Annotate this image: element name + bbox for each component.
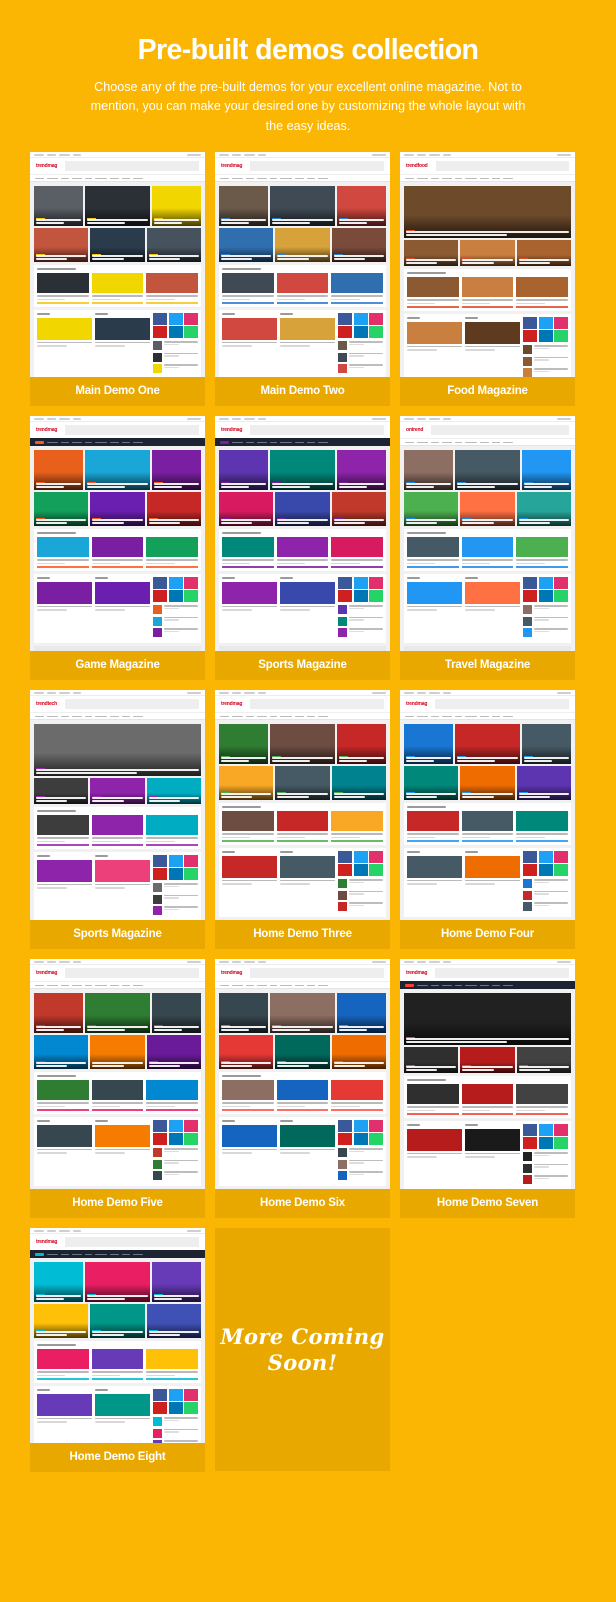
demo-preview-thumbnail[interactable]: trendmag xyxy=(400,959,575,1190)
demo-label: Main Demo Two xyxy=(215,377,390,407)
demo-card[interactable]: trendmag Home Demo Four xyxy=(400,690,575,950)
demo-card[interactable]: trendmag Home Demo Eight xyxy=(30,1228,205,1473)
demo-card[interactable]: trendmag Game Magazine xyxy=(30,416,205,681)
demo-preview-thumbnail[interactable]: trendmag xyxy=(30,1228,205,1444)
demo-label: Travel Magazine xyxy=(400,651,575,681)
coming-soon-line-2: Soon! xyxy=(267,1349,338,1375)
demo-preview-thumbnail[interactable]: trendmag xyxy=(215,690,390,921)
hero-section: Pre-built demos collection Choose any of… xyxy=(0,0,616,152)
demos-collection-page: Pre-built demos collection Choose any of… xyxy=(0,0,616,1602)
demo-preview-thumbnail[interactable]: trendmag xyxy=(400,690,575,921)
demo-label: Main Demo One xyxy=(30,377,205,407)
demo-preview-thumbnail[interactable]: ontrend xyxy=(400,416,575,652)
demo-label: Home Demo Three xyxy=(215,920,390,950)
demo-preview-thumbnail[interactable]: trendmag xyxy=(215,959,390,1190)
demo-card[interactable]: trendmag Home Demo Five xyxy=(30,959,205,1219)
demo-card[interactable]: trendmag Home Demo Six xyxy=(215,959,390,1219)
demo-card[interactable]: trendmag Main Demo Two xyxy=(215,152,390,407)
demo-card[interactable]: ontrend Travel Magazine xyxy=(400,416,575,681)
demo-card[interactable]: trendmag Sports Magazine xyxy=(215,416,390,681)
demo-card[interactable]: trendmag Home Demo Three xyxy=(215,690,390,950)
demo-label: Home Demo Four xyxy=(400,920,575,950)
coming-soon-text: More Coming Soon! xyxy=(220,1324,384,1377)
more-coming-soon-card: More Coming Soon! xyxy=(215,1228,390,1472)
demo-preview-thumbnail[interactable]: trendmag xyxy=(215,152,390,378)
page-subtitle: Choose any of the pre-built demos for yo… xyxy=(90,79,526,133)
demo-card[interactable]: trendfood Food Magazine xyxy=(400,152,575,407)
demo-label: Home Demo Eight xyxy=(30,1443,205,1473)
demo-preview-thumbnail[interactable]: trendfood xyxy=(400,152,575,378)
coming-soon-line-1: More Coming xyxy=(220,1323,385,1349)
demo-label: Home Demo Seven xyxy=(400,1189,575,1219)
demo-label: Home Demo Six xyxy=(215,1189,390,1219)
demo-grid: trendmag Main Demo One trendmag Main Demo T… xyxy=(0,152,616,1473)
demo-card[interactable]: trendmag Home Demo Seven xyxy=(400,959,575,1219)
demo-label: Sports Magazine xyxy=(215,651,390,681)
demo-preview-thumbnail[interactable]: trendmag xyxy=(30,959,205,1190)
demo-label: Home Demo Five xyxy=(30,1189,205,1219)
demo-preview-thumbnail[interactable]: trendmag xyxy=(30,416,205,652)
demo-preview-thumbnail[interactable]: trendmag xyxy=(215,416,390,652)
demo-label: Food Magazine xyxy=(400,377,575,407)
demo-card[interactable]: trendmag Main Demo One xyxy=(30,152,205,407)
demo-card[interactable]: trendtech Sports Magazine xyxy=(30,690,205,950)
demo-label: Sports Magazine xyxy=(30,920,205,950)
demo-label: Game Magazine xyxy=(30,651,205,681)
demo-preview-thumbnail[interactable]: trendtech xyxy=(30,690,205,921)
page-title: Pre-built demos collection xyxy=(137,34,479,66)
demo-preview-thumbnail[interactable]: trendmag xyxy=(30,152,205,378)
